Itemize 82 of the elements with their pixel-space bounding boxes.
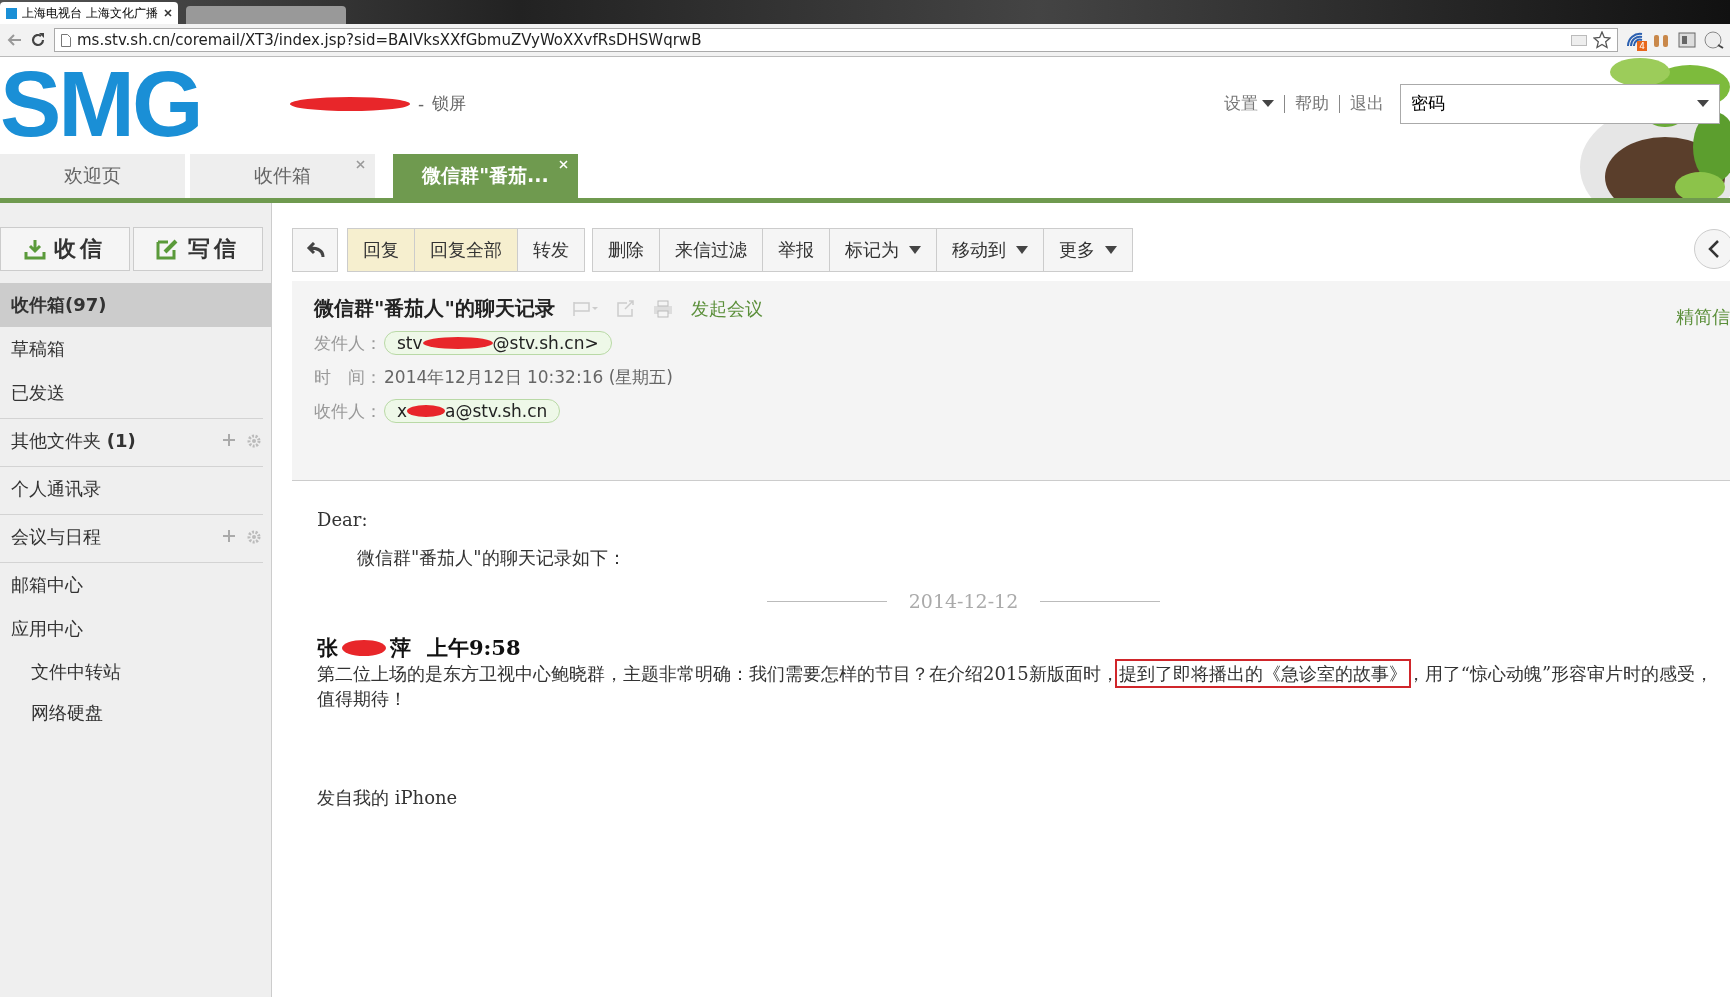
- header-link[interactable]: 设置: [1224, 92, 1274, 115]
- search-field[interactable]: 密码: [1400, 83, 1720, 124]
- close-icon[interactable]: [164, 9, 172, 17]
- toolbar-button[interactable]: 回复: [347, 228, 415, 272]
- folder-item[interactable]: 草稿箱: [0, 327, 271, 371]
- toolbar-button[interactable]: 转发: [518, 228, 585, 272]
- message-subject: 微信群"番茄人"的聊天记录: [314, 295, 555, 322]
- print-icon[interactable]: [652, 299, 673, 318]
- caret-icon: [909, 246, 921, 254]
- flag-icon[interactable]: [572, 300, 599, 317]
- wave-icon[interactable]: [1626, 32, 1644, 48]
- lock-screen-link[interactable]: 锁屏: [432, 92, 467, 115]
- tab[interactable]: 欢迎页: [0, 154, 185, 198]
- header-link[interactable]: 退出: [1350, 92, 1384, 115]
- toolbar-button[interactable]: 移动到: [937, 228, 1044, 272]
- folder-item[interactable]: 网络硬盘: [0, 692, 271, 733]
- address-bar[interactable]: ms.stv.sh.cn/coremail/XT3/index.jsp?sid=BAIVksXXfGbmuZVyWoXXvfRsDHSWqrwB: [54, 28, 1618, 52]
- field-label: 发件人：: [314, 331, 383, 355]
- envelope-icon[interactable]: [1571, 34, 1587, 46]
- sender-name: 张: [317, 634, 338, 662]
- folder-item[interactable]: 个人通讯录: [0, 466, 263, 511]
- message-text: 第二位上场的是东方卫视中心鲍晓群，主题非常明确：我们需要怎样的节目？在介绍2015新版面时，提到了即将播出的《急诊室的故事》，用了“惊心动魄”形容审片时的感受，值得期待！: [317, 662, 1730, 712]
- caret-icon: [1697, 100, 1709, 107]
- folder-item[interactable]: 应用中心: [0, 607, 271, 651]
- page-icon: [6, 7, 17, 19]
- folder-item[interactable]: 会议与日程: [0, 514, 263, 559]
- receive-button[interactable]: 收信: [0, 227, 130, 271]
- field-label: 收件人：: [314, 399, 383, 423]
- url-text: ms.stv.sh.cn/coremail/XT3/index.jsp?sid=BAIVksXXfGbmuZVyWoXXvfRsDHSWqrwB: [77, 31, 703, 49]
- back-arrow-icon[interactable]: [6, 33, 22, 47]
- signature: 发自我的 iPhone: [317, 785, 459, 810]
- collapse-button[interactable]: [1694, 229, 1730, 269]
- tab-title: 上海电视台 上海文化广播: [22, 4, 159, 22]
- toolbar-button[interactable]: 回复全部: [415, 228, 518, 272]
- date-value: 2014年12月12日 10:32:16 (星期五): [384, 365, 673, 389]
- reply-back-button[interactable]: [292, 228, 338, 272]
- meeting-link[interactable]: 发起会议: [690, 296, 763, 321]
- folder-item[interactable]: 文件中转站: [0, 651, 271, 692]
- sender-name: 萍: [390, 634, 411, 662]
- message-time: 上午9:58: [427, 634, 521, 662]
- toolbar-button[interactable]: 举报: [763, 228, 830, 272]
- folder-item[interactable]: 已发送: [0, 371, 271, 415]
- caret-icon: [1105, 246, 1117, 254]
- redaction-mark: [342, 640, 386, 656]
- toolbar-button[interactable]: 标记为: [830, 228, 937, 272]
- caret-icon: [1016, 246, 1028, 254]
- folder-item[interactable]: 邮箱中心: [0, 562, 263, 607]
- date-divider: 2014-12-12: [908, 590, 1019, 612]
- badge: 4: [1637, 41, 1647, 51]
- plus-icon[interactable]: [223, 434, 235, 446]
- greeting: Dear:: [317, 509, 369, 530]
- browser-tab[interactable]: 上海电视台 上海文化广播: [0, 2, 178, 24]
- star-icon[interactable]: [1593, 31, 1611, 49]
- back-arrow-icon: [305, 242, 325, 258]
- compose-button[interactable]: 写信: [133, 227, 263, 271]
- settings-icon[interactable]: [247, 434, 261, 448]
- reload-icon[interactable]: [30, 32, 46, 48]
- separator: -: [418, 93, 425, 114]
- caret-icon: [1262, 100, 1274, 107]
- plus-icon[interactable]: [223, 530, 235, 542]
- logo: SMG: [0, 57, 202, 150]
- address-chip[interactable]: x a@stv.sh.cn: [384, 399, 561, 423]
- folder-item[interactable]: 收件箱(97): [0, 283, 271, 327]
- intro-text: 微信群"番茄人"的聊天记录如下：: [357, 546, 627, 570]
- address-chip[interactable]: stv @stv.sh.cn>: [384, 331, 612, 355]
- toolbar-button[interactable]: 来信过滤: [660, 228, 763, 272]
- toolbar-button[interactable]: 更多: [1044, 228, 1133, 272]
- brief-info-link[interactable]: 精简信: [1676, 305, 1730, 329]
- redaction-mark: [407, 405, 446, 417]
- export-icon[interactable]: [616, 300, 635, 317]
- field-label: 时 间：: [314, 365, 383, 389]
- chevron-left-icon: [1708, 239, 1720, 259]
- redaction-mark: [422, 337, 493, 349]
- tab[interactable]: 收件箱: [190, 154, 375, 198]
- settings-icon[interactable]: [247, 530, 261, 544]
- download-icon: [24, 238, 46, 260]
- toolbar-button[interactable]: 删除: [592, 228, 660, 272]
- reader-icon[interactable]: [1678, 32, 1696, 48]
- page-icon: [61, 33, 71, 47]
- folder-item[interactable]: 其他文件夹 (1): [0, 418, 263, 463]
- pencil-icon: [156, 238, 180, 260]
- header-link[interactable]: 帮助: [1295, 92, 1329, 115]
